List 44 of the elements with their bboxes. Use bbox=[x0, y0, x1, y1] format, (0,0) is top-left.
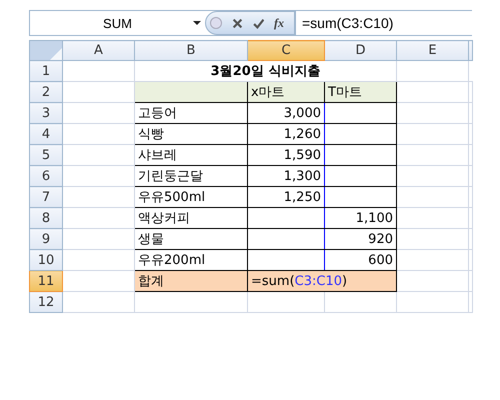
table-cell-text: 우유200ml bbox=[138, 252, 206, 269]
table-cell-text: T마트 bbox=[328, 84, 363, 101]
table-cell-text: 600 bbox=[367, 252, 393, 268]
table-cell-text: 생물 bbox=[138, 231, 165, 248]
table-cell-text: 고등어 bbox=[138, 105, 178, 122]
column-header[interactable]: E bbox=[396, 40, 468, 60]
row-header[interactable]: 5 bbox=[30, 144, 62, 166]
row-header[interactable]: 2 bbox=[30, 82, 62, 102]
cancel-icon[interactable] bbox=[232, 18, 243, 28]
column-header[interactable]: D bbox=[324, 40, 396, 60]
table-cell-text: 샤브레 bbox=[138, 147, 178, 164]
table-cell-text: 1,260 bbox=[282, 126, 321, 142]
row-header[interactable]: 6 bbox=[30, 166, 62, 186]
row-header[interactable]: 3 bbox=[30, 102, 62, 124]
insert-function-button[interactable]: fx bbox=[274, 16, 284, 30]
checkmark-icon[interactable] bbox=[253, 18, 264, 28]
row-header[interactable]: 1 bbox=[30, 60, 62, 82]
column-header[interactable]: C bbox=[248, 40, 324, 60]
name-box[interactable]: SUM bbox=[30, 11, 205, 35]
dropdown-arrow-icon[interactable] bbox=[193, 21, 201, 25]
table-cell-text: 액상커피 bbox=[138, 210, 191, 227]
corner-triangle-icon bbox=[50, 48, 62, 60]
row-header[interactable]: 4 bbox=[30, 124, 62, 144]
sheet-title: 3월20일 식비지출 bbox=[210, 63, 322, 80]
table-cell-text: 1,590 bbox=[282, 148, 321, 162]
row-header[interactable]: 7 bbox=[30, 186, 62, 208]
row-header[interactable]: 8 bbox=[30, 208, 62, 228]
table-cell-text: x마트 bbox=[251, 84, 286, 101]
row-header[interactable]: 11 bbox=[30, 270, 62, 292]
table-cell-text: 합계 bbox=[138, 273, 165, 290]
table-cell-text: 1,250 bbox=[282, 190, 321, 204]
column-header[interactable]: B bbox=[134, 40, 248, 60]
row-header[interactable]: 12 bbox=[30, 292, 62, 312]
table-cell-text: 1,300 bbox=[282, 168, 321, 184]
column-header[interactable]: A bbox=[62, 40, 134, 60]
table-cell-text: 기린둥근달 bbox=[138, 168, 204, 185]
table-cell-text: 920 bbox=[367, 232, 393, 246]
table-cell-text: 3,000 bbox=[282, 106, 321, 120]
table-cell-text: 우유500ml bbox=[138, 189, 206, 206]
table-cell-text: 식빵 bbox=[138, 126, 165, 143]
row-header[interactable]: 9 bbox=[30, 228, 62, 250]
formula-field[interactable]: =sum(C3:C10) bbox=[295, 11, 472, 35]
table-cell-text: 1,100 bbox=[354, 210, 393, 226]
row-header[interactable]: 10 bbox=[30, 250, 62, 270]
